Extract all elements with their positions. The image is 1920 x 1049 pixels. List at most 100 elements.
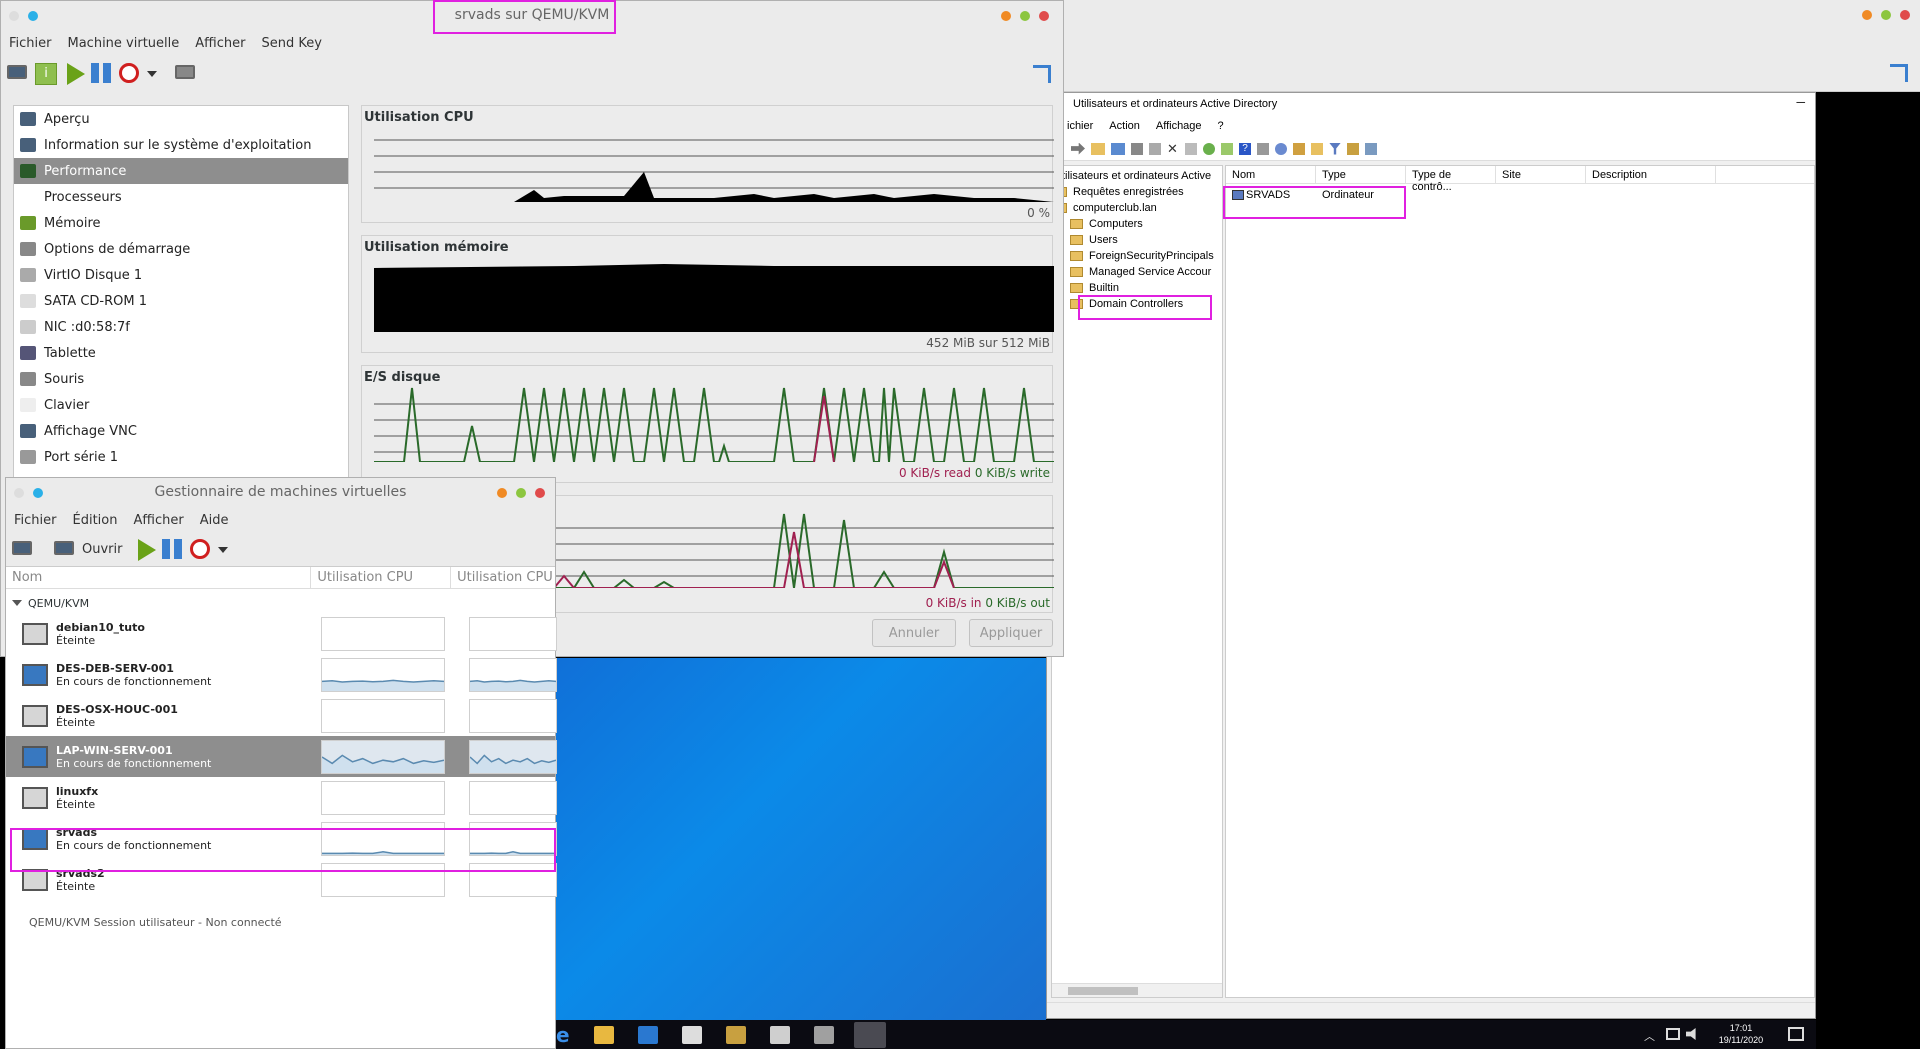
server-manager-icon[interactable] (726, 1026, 746, 1044)
tree-item[interactable]: Utilisateurs et ordinateurs Active (1052, 168, 1222, 184)
maximize-icon[interactable] (1020, 11, 1030, 21)
sidebar-item[interactable]: Tablette (14, 340, 348, 366)
vm-row[interactable]: linuxfx Éteinte (6, 777, 557, 818)
sidebar-item[interactable]: Performance (14, 158, 348, 184)
clipboard-icon[interactable] (1149, 142, 1161, 155)
column-name[interactable]: Nom (1226, 166, 1316, 183)
clock-time[interactable]: 17:01 (1706, 1022, 1776, 1034)
run-button[interactable] (134, 538, 157, 561)
network-tool-icon[interactable] (814, 1026, 834, 1044)
pause-button[interactable] (91, 63, 113, 85)
file-explorer-icon[interactable] (594, 1026, 614, 1044)
cut-icon[interactable] (1131, 142, 1143, 155)
minimize-icon[interactable]: ─ (1796, 95, 1805, 109)
menu-send-key[interactable]: Send Key (253, 36, 329, 51)
menu-edition[interactable]: Édition (65, 513, 126, 528)
filter-icon[interactable] (1329, 142, 1341, 155)
menu-afficher[interactable]: Afficher (187, 36, 253, 51)
close-icon[interactable] (535, 488, 545, 498)
shutdown-button[interactable] (190, 538, 212, 561)
tray-up-icon[interactable]: ︿ (1644, 1028, 1655, 1044)
sidebar-item[interactable]: Information sur le système d'exploitatio… (14, 132, 348, 158)
close-icon[interactable] (1039, 11, 1049, 21)
edge-icon[interactable]: e (556, 1025, 576, 1045)
tree-horizontal-scrollbar[interactable] (1052, 983, 1222, 997)
ad-menu-view[interactable]: Affichage (1148, 120, 1210, 132)
tree-item[interactable]: computerclub.lan (1052, 200, 1222, 216)
sidebar-item[interactable]: Clavier (14, 392, 348, 418)
open-button[interactable]: Ouvrir (82, 542, 122, 557)
column-cpu-usage[interactable]: Utilisation CPU (311, 567, 452, 588)
tree-view-icon[interactable] (1111, 142, 1125, 155)
sidebar-item[interactable]: Aperçu (14, 106, 348, 132)
column-site[interactable]: Site (1496, 166, 1586, 183)
tree-item[interactable]: Requêtes enregistrées (1052, 184, 1222, 200)
export-icon[interactable] (1221, 142, 1233, 155)
new-vm-button[interactable] (12, 539, 34, 561)
properties-icon[interactable] (1185, 142, 1197, 155)
tree-item[interactable]: Users (1052, 232, 1222, 248)
shutdown-menu-chevron-down-icon[interactable] (147, 63, 159, 85)
minimize-icon[interactable] (497, 488, 507, 498)
sidebar-item[interactable]: Processeurs (14, 184, 348, 210)
sidebar-item[interactable]: Options de démarrage (14, 236, 348, 262)
cancel-button[interactable]: Annuler (872, 619, 956, 647)
close-icon[interactable] (1900, 10, 1910, 20)
find-icon[interactable] (1347, 142, 1359, 155)
network-icon[interactable] (1666, 1028, 1680, 1040)
ad-menu-help[interactable]: ? (1210, 120, 1232, 132)
tree-item[interactable]: Builtin (1052, 280, 1222, 296)
notepad-icon[interactable] (770, 1026, 790, 1044)
menu-aide[interactable]: Aide (192, 513, 237, 528)
run-button[interactable] (63, 63, 85, 85)
vm-row[interactable]: DES-OSX-HOUC-001 Éteinte (6, 695, 557, 736)
menu-fichier[interactable]: Fichier (1, 36, 60, 51)
expand-chevron-down-icon[interactable] (12, 600, 22, 606)
sidebar-item[interactable]: Affichage VNC (14, 418, 348, 444)
sidebar-item[interactable]: Port série 1 (14, 444, 348, 470)
console-icon[interactable] (1257, 142, 1269, 155)
up-folder-icon[interactable] (1091, 142, 1105, 155)
help-icon[interactable]: ? (1239, 142, 1251, 155)
menu-machine-virtuelle[interactable]: Machine virtuelle (60, 36, 188, 51)
sidebar-item[interactable]: Mémoire (14, 210, 348, 236)
shutdown-button[interactable] (119, 63, 141, 85)
open-console-icon[interactable] (54, 539, 76, 561)
mail-icon[interactable] (682, 1026, 702, 1044)
ad-users-taskbar-icon[interactable] (854, 1022, 886, 1048)
vm-row[interactable]: DES-DEB-SERV-001 En cours de fonctionneme… (6, 654, 557, 695)
clock-date[interactable]: 19/11/2020 (1706, 1034, 1776, 1046)
fullscreen-icon[interactable] (1890, 64, 1908, 82)
tree-item[interactable]: ForeignSecurityPrincipals (1052, 248, 1222, 264)
sidebar-item[interactable]: Souris (14, 366, 348, 392)
vm-row[interactable]: debian10_tuto Éteinte (6, 613, 557, 654)
window-menu-icon[interactable] (28, 11, 38, 21)
sidebar-item[interactable]: SATA CD-ROM 1 (14, 288, 348, 314)
ad-menu-action[interactable]: Action (1101, 120, 1148, 132)
column-nom[interactable]: Nom (6, 567, 312, 588)
store-icon[interactable] (638, 1026, 658, 1044)
group-icon[interactable] (1293, 142, 1305, 155)
delegate-icon[interactable] (1365, 142, 1377, 155)
window-menu-icon[interactable] (33, 488, 43, 498)
delete-icon[interactable]: ✕ (1167, 142, 1179, 155)
forward-icon[interactable] (1071, 142, 1085, 155)
maximize-icon[interactable] (516, 488, 526, 498)
vm-row[interactable]: LAP-WIN-SERV-001 En cours de fonctionneme… (6, 736, 557, 777)
menu-fichier[interactable]: Fichier (6, 513, 65, 528)
notification-icon[interactable] (1788, 1027, 1804, 1041)
fullscreen-icon[interactable] (1033, 65, 1051, 83)
menu-afficher[interactable]: Afficher (125, 513, 191, 528)
shutdown-menu-chevron-down-icon[interactable] (218, 539, 230, 561)
group-row[interactable]: QEMU/KVM (6, 593, 555, 613)
refresh-icon[interactable] (1203, 142, 1215, 155)
apply-button[interactable]: Appliquer (969, 619, 1053, 647)
sidebar-item[interactable]: VirtIO Disque 1 (14, 262, 348, 288)
details-view-button[interactable]: i (35, 63, 57, 85)
tree-item[interactable]: Computers (1052, 216, 1222, 232)
column-dc-type[interactable]: Type de contrô... (1406, 166, 1496, 193)
tree-item[interactable]: Managed Service Accour (1052, 264, 1222, 280)
column-cpu-usage-2[interactable]: Utilisation CPU (451, 567, 555, 588)
maximize-icon[interactable] (1881, 10, 1891, 20)
column-description[interactable]: Description (1586, 166, 1716, 183)
